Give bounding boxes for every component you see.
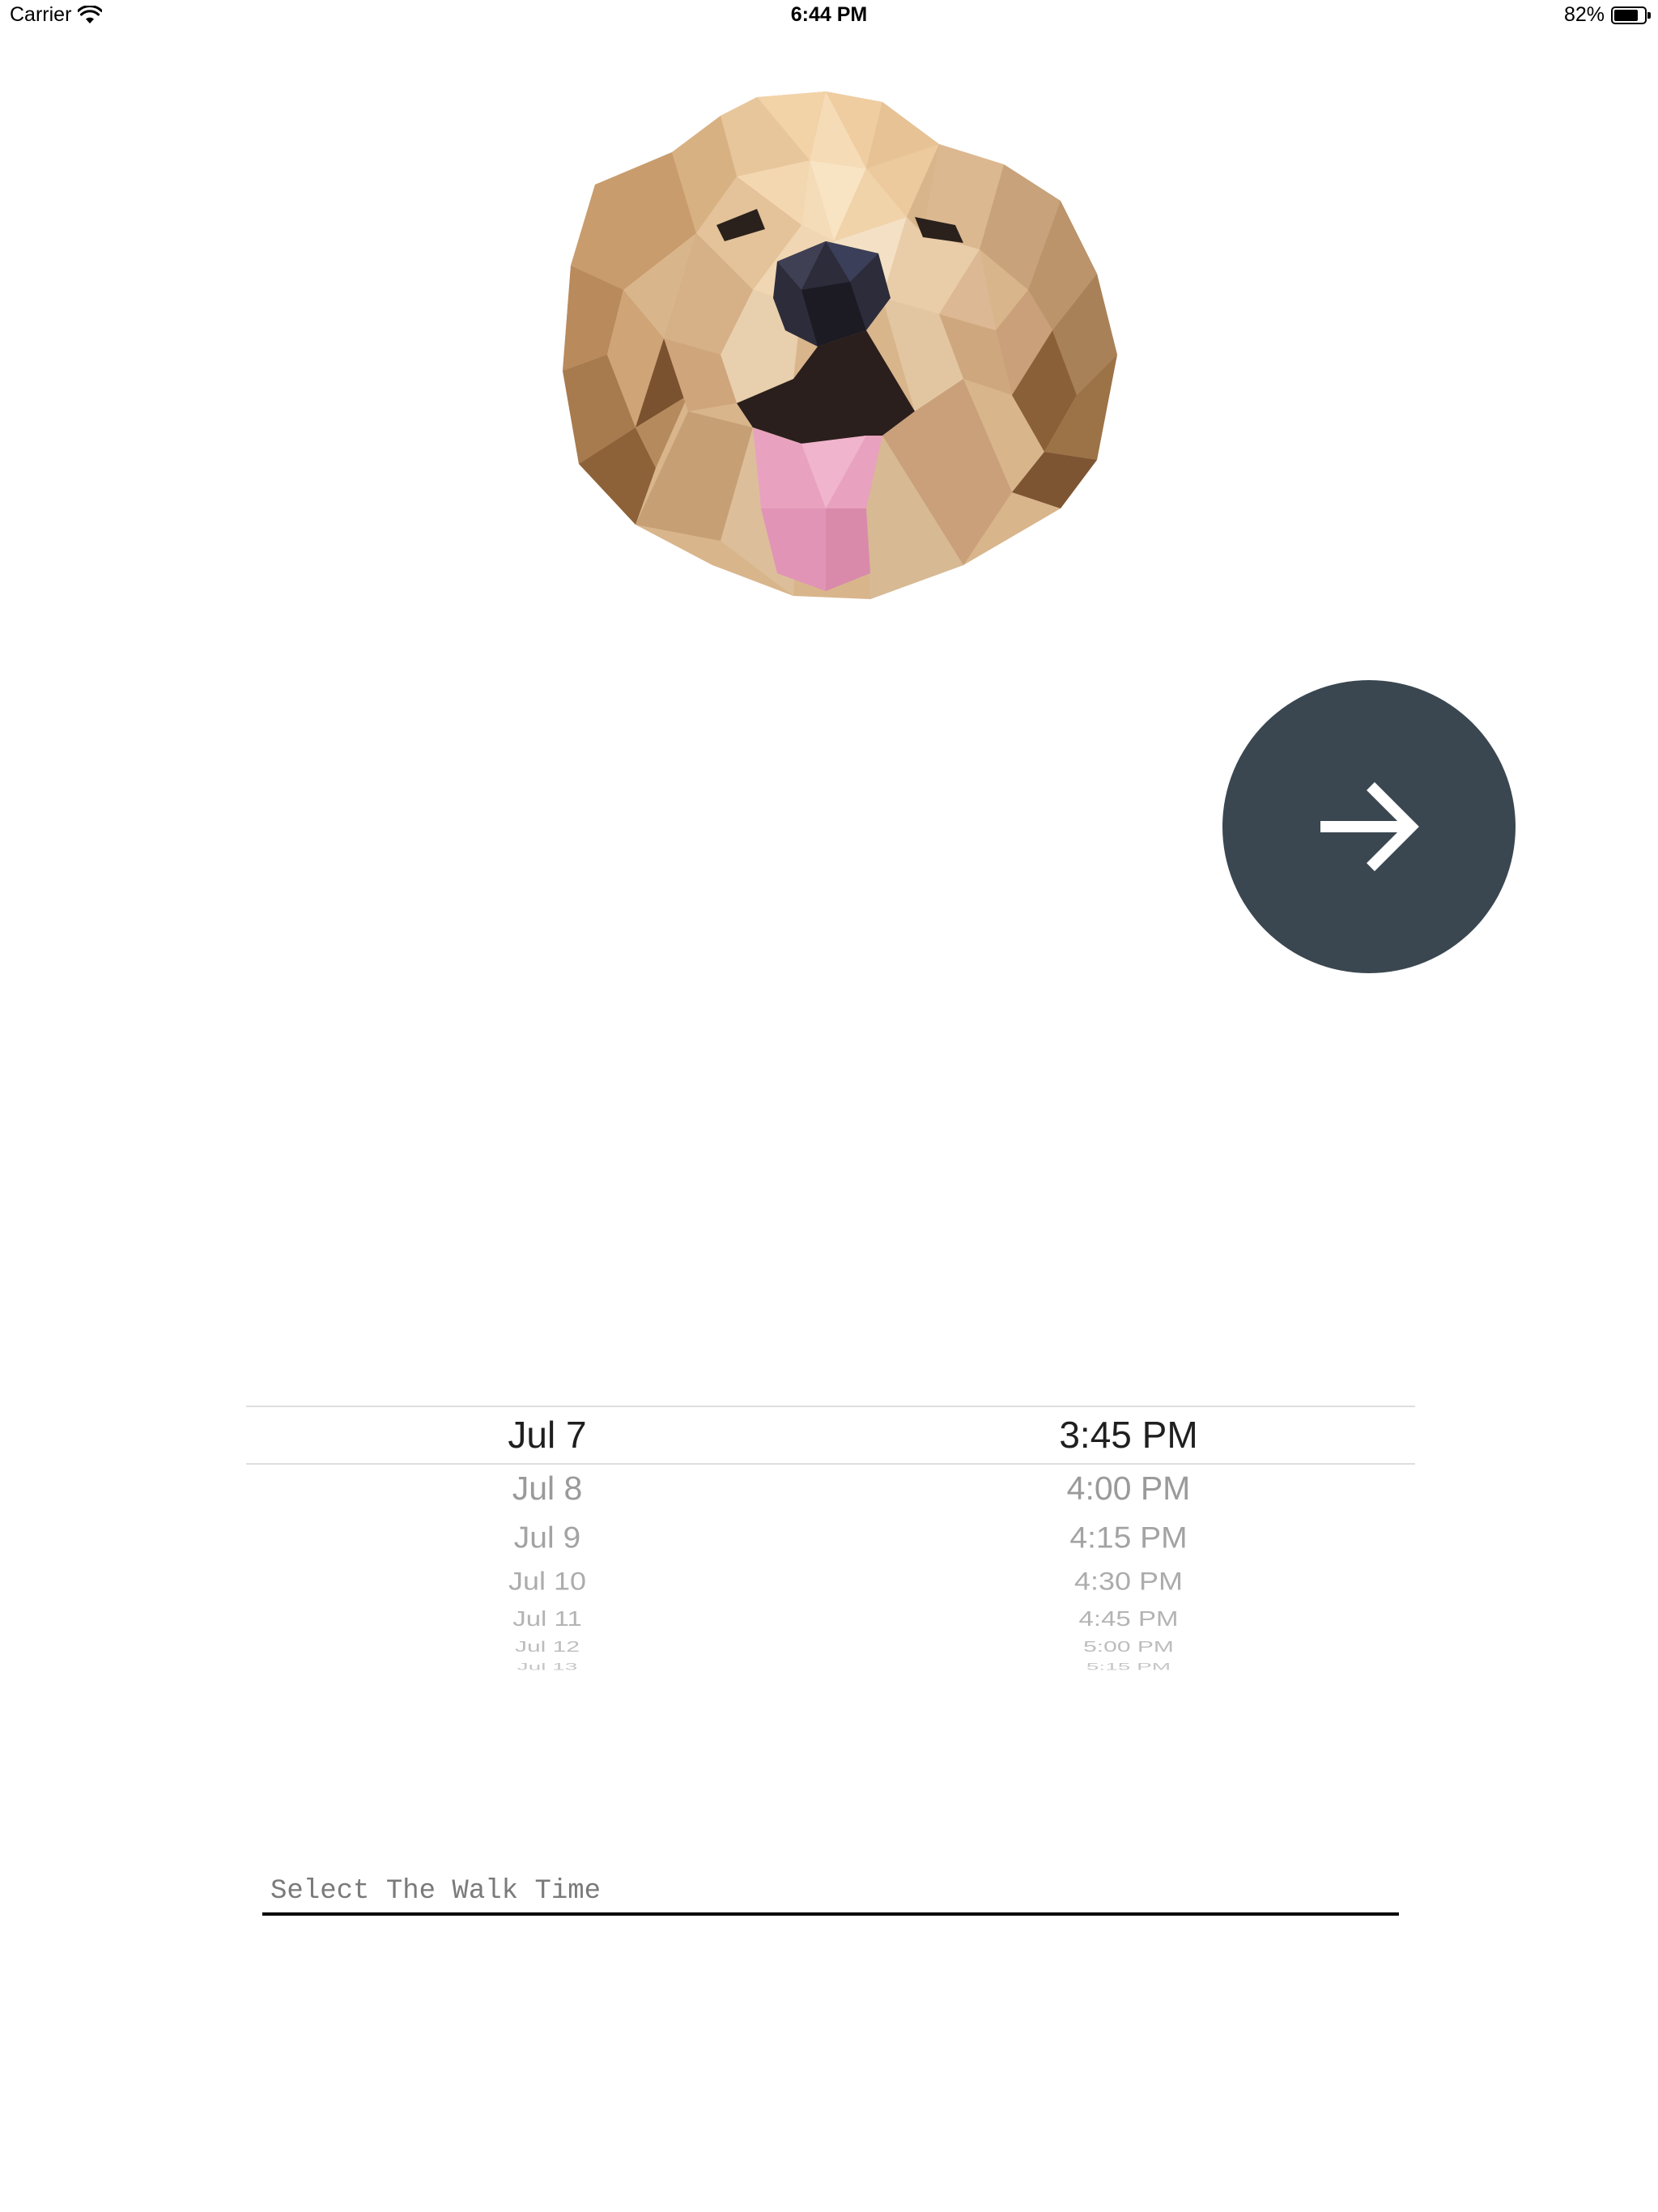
status-bar: Carrier 6:44 PM 82% (0, 0, 1658, 32)
walk-date-time-picker[interactable]: Jul 7 Jul 8 Jul 9 Jul 10 Jul 11 Jul 12 Jul 13 … (246, 1406, 1415, 1689)
walk-time-input[interactable] (262, 1870, 1399, 1912)
date-wheel-item-option[interactable]: Jul 10 (345, 1568, 750, 1594)
dog-illustration (563, 91, 1117, 599)
date-wheel-item-option[interactable]: Jul 9 (345, 1523, 750, 1553)
time-wheel-item-option[interactable]: 4:15 PM (926, 1523, 1331, 1553)
date-wheel-item-option[interactable]: Jul 12 (345, 1640, 750, 1655)
walk-time-field[interactable] (262, 1870, 1399, 1916)
time-wheel-item-option[interactable]: 4:45 PM (926, 1608, 1331, 1629)
status-time: 6:44 PM (790, 3, 868, 26)
time-wheel-item-option[interactable]: 5:00 PM (926, 1640, 1331, 1655)
date-wheel[interactable]: Jul 7 Jul 8 Jul 9 Jul 10 Jul 11 Jul 12 Jul 13 (345, 1406, 750, 1689)
battery-indicator: 82% (1563, 3, 1651, 27)
date-wheel-item-selected[interactable]: Jul 7 (345, 1416, 750, 1453)
battery-percent: 82% (1563, 3, 1605, 26)
battery-level (1614, 9, 1638, 21)
date-wheel-item-option[interactable]: Jul 11 (345, 1608, 750, 1629)
time-wheel-item-option[interactable]: 4:00 PM (926, 1472, 1331, 1505)
date-wheel-item-option[interactable]: Jul 13 (345, 1662, 750, 1672)
battery-icon (1611, 6, 1651, 24)
arrow-right-icon (1320, 782, 1419, 871)
time-wheel-item-option[interactable]: 4:30 PM (926, 1568, 1331, 1594)
next-button[interactable] (1222, 680, 1516, 973)
date-wheel-item-option[interactable]: Jul 8 (345, 1472, 750, 1505)
time-wheel-item-selected[interactable]: 3:45 PM (926, 1416, 1331, 1453)
time-wheel-item-option[interactable]: 5:15 PM (926, 1662, 1331, 1672)
time-wheel[interactable]: 3:45 PM 4:00 PM 4:15 PM 4:30 PM 4:45 PM 5:00 … (926, 1406, 1331, 1689)
